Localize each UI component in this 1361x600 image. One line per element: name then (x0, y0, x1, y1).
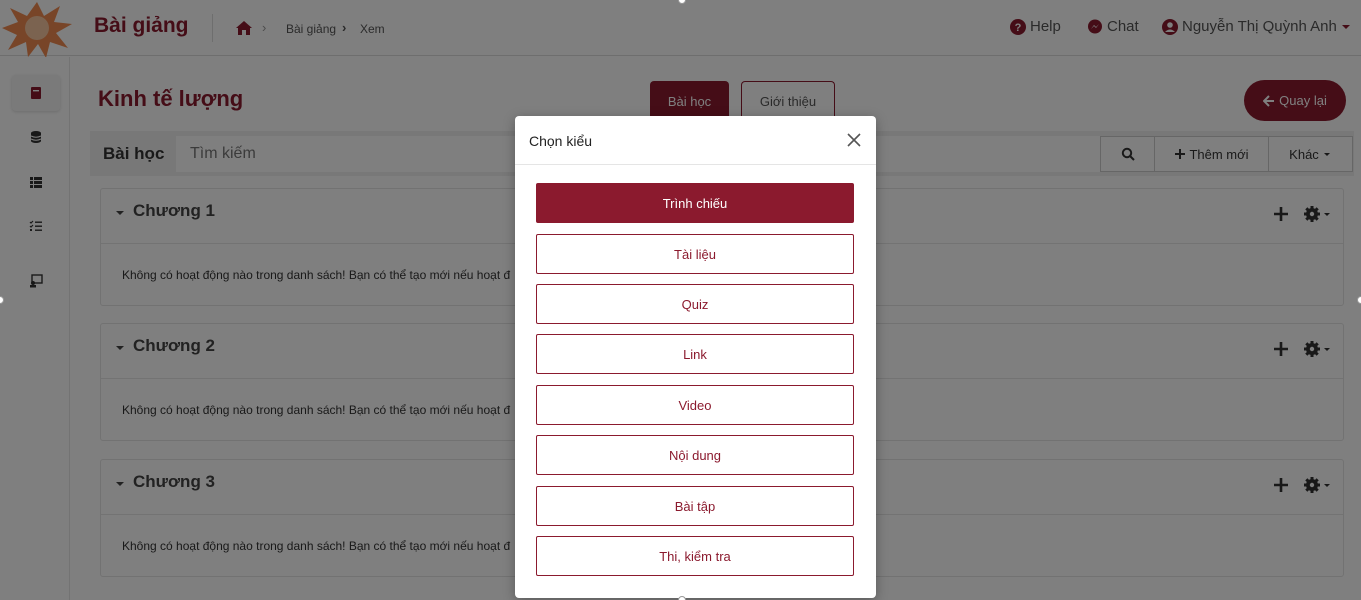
option-tai-lieu-button[interactable]: Tài liệu (536, 234, 854, 274)
option-quiz-button[interactable]: Quiz (536, 284, 854, 324)
option-link-button[interactable]: Link (536, 334, 854, 374)
resize-handle (1357, 296, 1361, 304)
option-trinh-chieu-button[interactable]: Trình chiếu (536, 183, 854, 223)
choose-type-modal: Chọn kiểu Trình chiếu Tài liệu Quiz Link… (515, 116, 876, 598)
modal-title: Chọn kiểu (529, 133, 593, 149)
option-bai-tap-button[interactable]: Bài tập (536, 486, 854, 526)
close-icon[interactable] (846, 132, 862, 148)
option-noi-dung-button[interactable]: Nội dung (536, 435, 854, 475)
resize-handle (678, 596, 686, 600)
option-thi-kiem-tra-button[interactable]: Thi, kiểm tra (536, 536, 854, 576)
modal-header: Chọn kiểu (515, 116, 876, 165)
option-video-button[interactable]: Video (536, 385, 854, 425)
